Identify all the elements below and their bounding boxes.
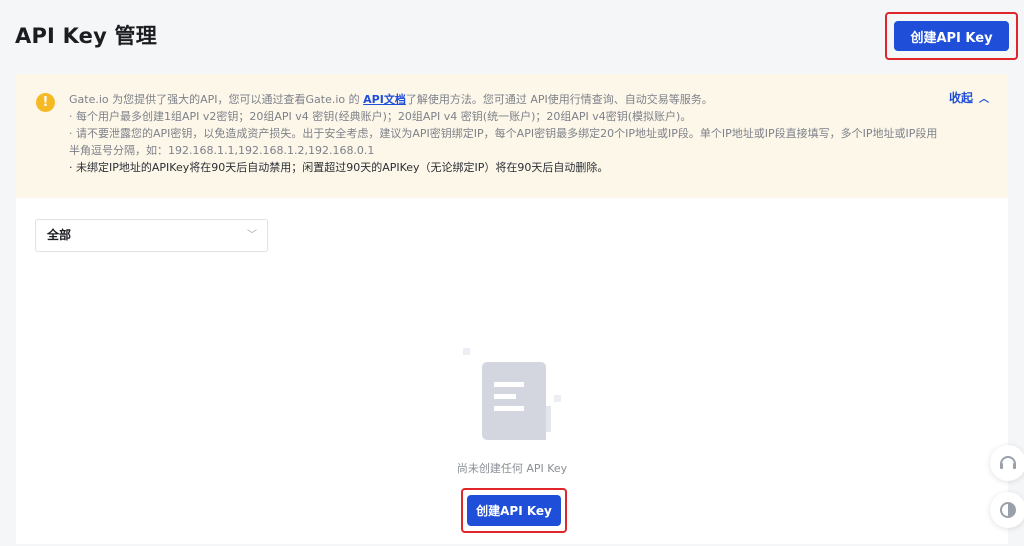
empty-document-icon: [463, 348, 561, 440]
notice-line-3: · 请不要泄露您的API密钥，以免造成资产损失。出于安全考虑，建议为API密钥绑…: [69, 127, 938, 157]
create-api-key-highlight: 创建API Key: [885, 12, 1018, 60]
headset-icon: [1000, 456, 1016, 469]
filter-select[interactable]: 全部 ﹀: [35, 219, 268, 252]
chevron-up-icon: ︿: [979, 94, 990, 105]
create-api-key-empty-highlight: 创建API Key: [461, 488, 567, 533]
filter-selected-value: 全部: [47, 228, 72, 242]
support-button[interactable]: [990, 445, 1024, 481]
warning-icon: !: [36, 93, 55, 112]
notice-line-2: · 每个用户最多创建1组API v2密钥；20组API v4 密钥(经典账户)；…: [69, 110, 692, 123]
api-docs-link[interactable]: API文档: [363, 93, 406, 106]
create-api-key-empty-button[interactable]: 创建API Key: [467, 495, 561, 526]
theme-toggle-button[interactable]: [990, 492, 1024, 528]
page-title: API Key 管理: [15, 24, 157, 48]
page-header: API Key 管理 创建API Key: [0, 0, 1024, 72]
create-api-key-button[interactable]: 创建API Key: [894, 21, 1009, 51]
theme-toggle-icon: [1000, 502, 1016, 518]
notice-line-1: Gate.io 为您提供了强大的API，您可以通过查看Gate.io 的 API…: [69, 93, 713, 106]
chevron-down-icon: ﹀: [247, 230, 257, 241]
collapse-button[interactable]: 收起 ︿: [949, 89, 989, 106]
notice-line-4: · 未绑定IP地址的APIKey将在90天后自动禁用；闲置超过90天的APIKe…: [69, 161, 609, 174]
collapse-label: 收起: [949, 91, 974, 105]
notice-banner: ! Gate.io 为您提供了强大的API，您可以通过查看Gate.io 的 A…: [16, 74, 1008, 198]
notice-text: Gate.io 为您提供了强大的API，您可以通过查看Gate.io 的 API…: [69, 91, 939, 176]
empty-state-text: 尚未创建任何 API Key: [456, 462, 568, 475]
api-key-panel: 全部 ﹀ 尚未创建任何 API Key 创建API Key: [16, 198, 1008, 544]
